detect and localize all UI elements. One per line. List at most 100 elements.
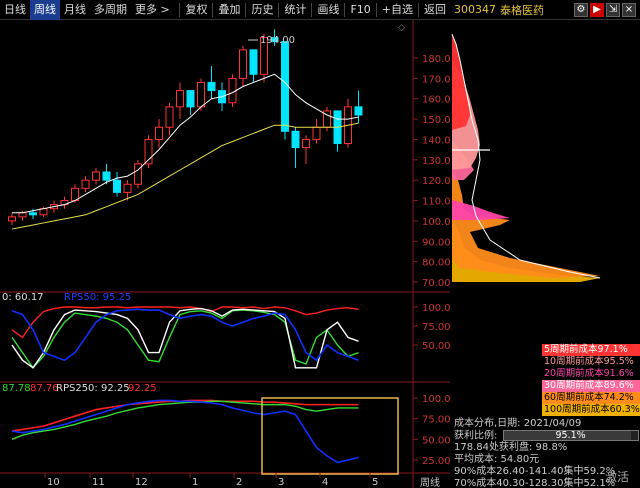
x-axis-unit: 周线: [420, 478, 440, 488]
price-tick-label: 160.0: [422, 95, 450, 106]
ind2-tick-label: 100.0: [422, 394, 450, 405]
candle-down: [29, 212, 37, 216]
price-tick-label: 80.00: [422, 258, 450, 269]
price-tick-label: 140.0: [422, 135, 450, 146]
tab-multi-period[interactable]: 多周期: [90, 0, 131, 20]
candle-down: [186, 90, 195, 108]
settings-icon[interactable]: ⚙: [574, 2, 588, 17]
draw-line-button[interactable]: 画线: [313, 0, 343, 20]
ind2-tick-label: 25.00: [422, 456, 450, 467]
candle-down: [113, 179, 121, 193]
price-tick-label: 180.0: [422, 54, 450, 65]
indicator2-value-a: 87.78: [2, 383, 31, 394]
indicator2-y-axis: 100.0 75.00 50.00 25.00: [413, 394, 450, 467]
profit-bar: 95.1%: [502, 430, 639, 441]
close-icon[interactable]: ×: [622, 2, 636, 17]
x-tick-label: 2: [236, 477, 242, 488]
chart-options-icon[interactable]: ◇: [398, 23, 405, 33]
price-tick-label: 120.0: [422, 176, 450, 187]
period-toolbar: 日线 周线 月线 多周期 更多 > 复权 叠加 历史 统计 画线 F10 +自选…: [0, 0, 450, 20]
candle-up: [18, 212, 27, 218]
candle-up: [228, 77, 237, 104]
x-tick-label: 12: [135, 477, 148, 488]
ind1-tick-label: 75.00: [422, 322, 450, 333]
tab-monthly[interactable]: 月线: [60, 0, 90, 20]
cost-date: 成本分布,日期: 2021/04/09: [454, 418, 582, 429]
candle-up: [92, 171, 100, 181]
indicator1-y-axis: 100.0 75.00 50.00: [413, 303, 450, 352]
price-tick-label: 130.0: [422, 156, 450, 167]
x-tick-label: 10: [47, 477, 60, 488]
candle-up: [312, 126, 321, 140]
candle-down: [102, 171, 111, 181]
indicator2-value-d: 92.25: [128, 383, 157, 394]
price-tick-label: 170.0: [422, 74, 450, 85]
candle-up: [123, 183, 132, 193]
indicator2-value-b: 87.76: [30, 383, 59, 394]
stock-code: 300347: [454, 3, 496, 16]
x-tick-label: 3: [278, 477, 284, 488]
stock-header: 300347 泰格医药 ⚙ ▶ ⇲ ×: [450, 0, 640, 20]
price-tick-label: 100.0: [422, 217, 450, 228]
chart-area[interactable]: 180.0 170.0 160.0 150.0 140.0 130.0 120.0 110.0…: [0, 20, 450, 488]
candle-down: [281, 41, 289, 132]
candle-up: [8, 216, 16, 222]
candle-up: [165, 106, 174, 128]
indicator1-value: 0: 60.17: [2, 292, 44, 303]
x-tick-label: 5: [372, 477, 378, 488]
more-menu-button[interactable]: 更多 >: [131, 0, 174, 20]
tab-weekly[interactable]: 周线: [30, 0, 60, 20]
legend-item-20: 20周期前成本91.6%: [542, 368, 640, 380]
average-cost: 平均成本: 54.80元: [454, 454, 540, 465]
profit-label: 获利比例:: [454, 430, 498, 442]
adjust-button[interactable]: 复权: [181, 0, 211, 20]
indicator2-rps-label: RPS250: 92.25: [56, 383, 130, 394]
candle-up: [81, 179, 90, 189]
overlay-button[interactable]: 叠加: [214, 0, 244, 20]
statistics-button[interactable]: 统计: [280, 0, 310, 20]
flag-icon[interactable]: ▶: [590, 2, 604, 17]
candle-down: [354, 106, 363, 116]
candle-down: [207, 81, 216, 92]
price-tick-label: 90.00: [422, 237, 450, 248]
legend-item-5: 5周期前成本97.1%: [542, 344, 640, 356]
candle-up: [239, 49, 247, 79]
x-tick-label: 1: [192, 477, 198, 488]
indicator1-green-line: [11, 309, 359, 369]
expand-icon[interactable]: ⇲: [606, 2, 620, 17]
legend-item-100: 100周期前成本60.3%: [542, 404, 640, 416]
ind2-tick-label: 50.00: [422, 435, 450, 446]
chip-layer: [452, 200, 510, 220]
x-tick-label: 11: [92, 477, 105, 488]
chip-distribution-chart: [451, 33, 601, 282]
tab-daily[interactable]: 日线: [0, 0, 30, 20]
f10-button[interactable]: F10: [346, 0, 374, 20]
cost-legend: 5周期前成本97.1% 10周期前成本95.5% 20周期前成本91.6% 30…: [542, 344, 640, 416]
candle-down: [291, 130, 300, 149]
price-tick-label: 110.0: [422, 197, 450, 208]
time-x-axis: 10 11 12 1 2 3 4 5: [44, 473, 378, 488]
add-watchlist-button[interactable]: +自选: [378, 0, 417, 20]
candle-up: [155, 126, 163, 140]
activation-watermark: 激活: [605, 470, 630, 484]
profit-value: 95.1%: [555, 430, 586, 441]
price-tick-label: 150.0: [422, 115, 450, 126]
history-button[interactable]: 历史: [247, 0, 277, 20]
peak-label: 194.00: [260, 35, 295, 46]
price-y-axis: 180.0 170.0 160.0 150.0 140.0 130.0 120.0 110.0…: [413, 54, 450, 289]
profit-row: 获利比例: 95.1%: [454, 430, 640, 442]
indicator1-blue-line: [11, 308, 359, 362]
peak-marker: 194.00: [248, 35, 295, 46]
chip-layer: [452, 34, 470, 130]
ind1-tick-label: 50.00: [422, 341, 450, 352]
ind2-tick-label: 75.00: [422, 415, 450, 426]
x-tick-label: 4: [322, 477, 328, 488]
candle-up: [302, 138, 310, 149]
legend-item-30: 30周期前成本89.6%: [542, 380, 640, 392]
price-tick-label: 70.00: [422, 278, 450, 289]
profit-at-price: 178.84处获利盘: 98.8%: [454, 442, 568, 453]
legend-item-60: 60周期前成本74.2%: [542, 392, 640, 404]
candle-down: [249, 49, 258, 75]
legend-item-10: 10周期前成本95.5%: [542, 356, 640, 368]
back-button[interactable]: 返回: [420, 0, 450, 20]
